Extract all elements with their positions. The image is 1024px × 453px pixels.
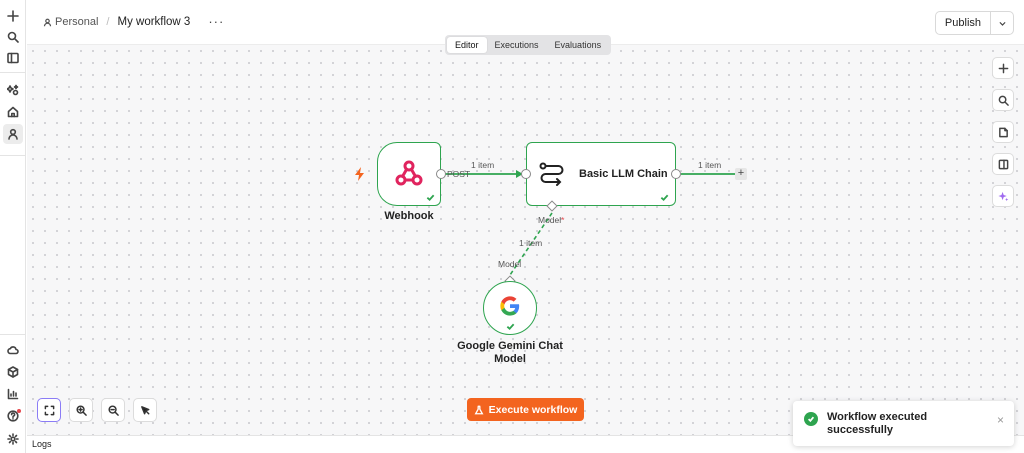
breadcrumb-separator: / — [106, 16, 110, 28]
toast-message: Workflow executed successfully — [827, 411, 928, 436]
cursor-mode-button[interactable] — [133, 398, 157, 422]
left-sidebar — [0, 0, 26, 453]
more-options-button[interactable]: ··· — [208, 15, 224, 28]
insights-icon[interactable] — [3, 384, 23, 404]
execute-workflow-button[interactable]: Execute workflow — [467, 398, 584, 421]
publish-button-group: Publish — [934, 11, 1014, 35]
node-search-button[interactable] — [992, 89, 1014, 111]
plus-icon — [998, 63, 1008, 73]
edge-item-count: 1 item — [471, 160, 495, 170]
add-icon[interactable] — [3, 6, 23, 26]
webhook-label: Webhook — [384, 210, 434, 222]
settings-icon[interactable] — [3, 429, 23, 449]
close-icon[interactable]: × — [997, 413, 1004, 427]
packages-icon[interactable] — [3, 362, 23, 382]
help-icon[interactable] — [3, 406, 23, 426]
search-icon — [998, 95, 1009, 106]
workflow-name[interactable]: My workflow 3 — [117, 16, 190, 28]
chain-output-item-count: 1 item — [698, 160, 722, 170]
model-port-label: Model* — [538, 215, 565, 225]
sticky-note-icon — [998, 127, 1008, 137]
search-icon[interactable] — [3, 27, 23, 47]
zoom-out-button[interactable] — [101, 398, 125, 422]
success-check-icon — [506, 320, 515, 331]
webhook-icon — [395, 160, 423, 186]
google-logo-icon — [500, 296, 520, 316]
breadcrumb: Personal / My workflow 3 ··· — [43, 15, 224, 28]
zoom-in-button[interactable] — [69, 398, 93, 422]
webhook-output-handle[interactable] — [436, 169, 446, 179]
fit-view-icon — [44, 405, 54, 415]
model-link-item-count: 1 item — [519, 238, 543, 248]
success-check-icon — [426, 191, 435, 202]
gemini-label: Google Gemini Chat Model — [457, 340, 563, 365]
flask-icon — [474, 405, 484, 414]
publish-dropdown-button[interactable] — [991, 12, 1013, 34]
success-toast: Workflow executed successfully × — [793, 401, 1014, 446]
llm-chain-input-handle[interactable] — [521, 169, 531, 179]
panel-icon — [998, 159, 1008, 169]
zoom-in-icon — [75, 404, 87, 416]
chain-icon — [539, 162, 564, 186]
success-check-icon — [660, 191, 669, 202]
cloud-icon[interactable] — [3, 340, 23, 360]
ai-assistant-button[interactable] — [992, 185, 1014, 207]
google-gemini-chat-model-node[interactable] — [483, 281, 537, 335]
personal-icon[interactable] — [3, 124, 23, 144]
sticky-note-button[interactable] — [992, 121, 1014, 143]
gemini-port-label: Model — [498, 259, 522, 269]
trigger-bolt-icon — [355, 167, 364, 181]
workflow-canvas[interactable]: Editor Executions Evaluations Webhook PO… — [27, 35, 1024, 435]
chevron-down-icon — [998, 21, 1006, 26]
templates-icon[interactable] — [3, 80, 23, 100]
llm-chain-label: Basic LLM Chain — [579, 168, 668, 180]
llm-chain-output-handle[interactable] — [671, 169, 681, 179]
breadcrumb-project[interactable]: Personal — [55, 16, 98, 28]
logs-label: Logs — [32, 439, 52, 449]
add-node-tool-button[interactable] — [992, 57, 1014, 79]
zoom-out-icon — [107, 404, 119, 416]
user-icon — [43, 18, 52, 26]
publish-button[interactable]: Publish — [936, 12, 991, 34]
home-icon[interactable] — [3, 102, 23, 122]
toggle-sidebar-icon[interactable] — [3, 48, 23, 68]
add-node-button[interactable]: + — [735, 168, 747, 180]
sparkle-icon — [997, 191, 1008, 201]
webhook-output-method: POST — [447, 169, 471, 179]
success-check-icon — [804, 412, 818, 426]
fit-view-button[interactable] — [37, 398, 61, 422]
cursor-icon — [140, 405, 149, 414]
basic-llm-chain-node[interactable]: Basic LLM Chain — [526, 142, 676, 206]
webhook-node[interactable] — [377, 142, 441, 206]
toggle-panel-button[interactable] — [992, 153, 1014, 175]
